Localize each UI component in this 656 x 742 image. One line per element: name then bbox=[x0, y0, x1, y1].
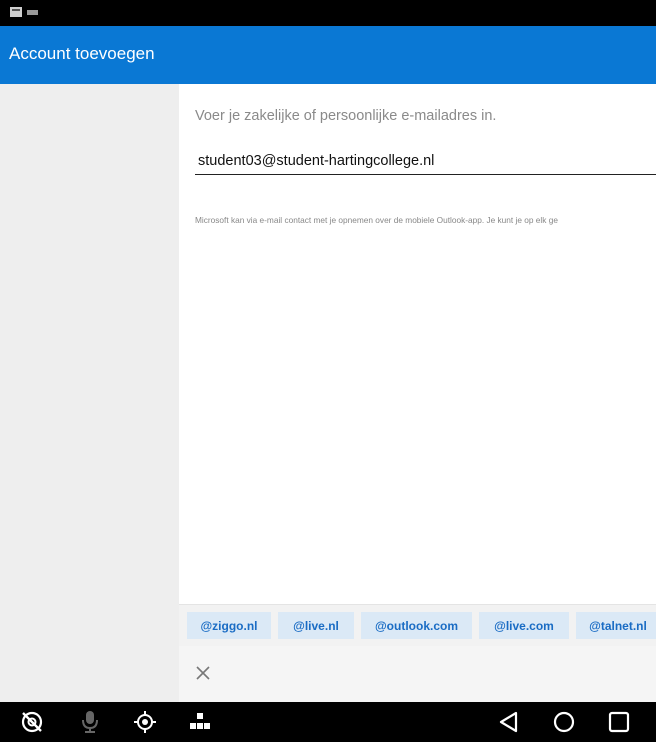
suggestion-chip-live-nl[interactable]: @live.nl bbox=[278, 612, 354, 639]
suggestions-close-bar bbox=[179, 646, 656, 702]
add-account-form: Voer je zakelijke of persoonlijke e-mail… bbox=[179, 84, 656, 604]
home-icon[interactable] bbox=[551, 710, 577, 734]
keyboard-notification-icon bbox=[10, 7, 22, 17]
privacy-note: Microsoft kan via e-mail contact met je … bbox=[195, 215, 558, 225]
left-panel bbox=[0, 84, 179, 702]
back-icon[interactable] bbox=[496, 710, 522, 734]
apps-grid-icon[interactable] bbox=[187, 710, 213, 734]
camera-off-icon[interactable] bbox=[19, 710, 45, 734]
suggestion-chip-live-com[interactable]: @live.com bbox=[479, 612, 569, 639]
microphone-icon[interactable] bbox=[77, 710, 103, 734]
email-prompt: Voer je zakelijke of persoonlijke e-mail… bbox=[195, 108, 497, 124]
recents-icon[interactable] bbox=[606, 710, 632, 734]
system-nav-bar bbox=[0, 702, 656, 742]
input-method-icon bbox=[27, 10, 38, 15]
page-title: Account toevoegen bbox=[9, 44, 155, 63]
suggestion-chip-ziggo[interactable]: @ziggo.nl bbox=[187, 612, 271, 639]
suggestion-chip-talnet[interactable]: @talnet.nl bbox=[576, 612, 656, 639]
app-bar: Account toevoegen bbox=[0, 26, 656, 84]
suggestion-chip-outlook[interactable]: @outlook.com bbox=[361, 612, 472, 639]
domain-suggestions: @ziggo.nl @live.nl @outlook.com @live.co… bbox=[179, 604, 656, 647]
close-icon[interactable] bbox=[194, 664, 212, 682]
email-field[interactable] bbox=[195, 148, 656, 175]
location-target-icon[interactable] bbox=[132, 710, 158, 734]
status-bar bbox=[0, 0, 656, 26]
